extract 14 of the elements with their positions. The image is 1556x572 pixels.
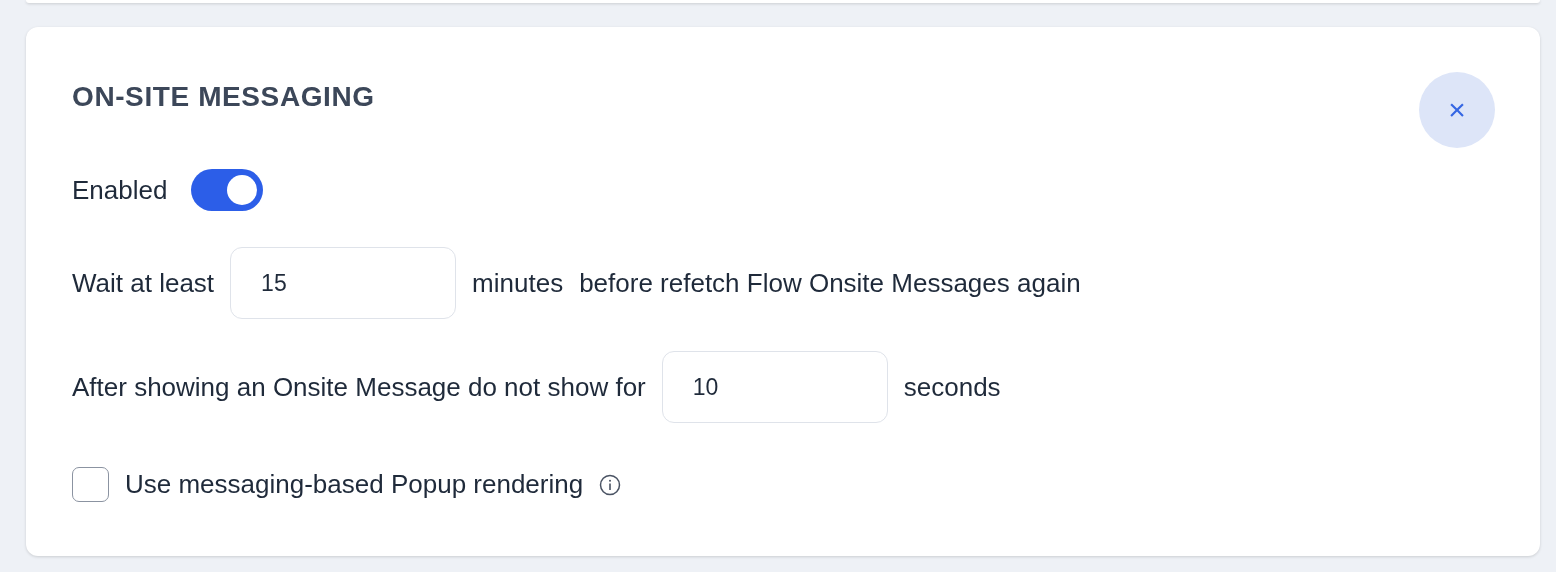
setting-label: After showing an Onsite Message do not show for xyxy=(72,370,646,404)
number-field[interactable]: 15 xyxy=(230,247,457,319)
enabled-toggle[interactable] xyxy=(191,169,264,211)
unit-label: minutes xyxy=(472,266,564,300)
setting-description: before refetch Flow Onsite Messages again xyxy=(579,266,1081,300)
setting-label: Wait at least xyxy=(72,266,215,300)
popup-rendering-label: Use messaging-based Popup rendering xyxy=(125,468,584,501)
close-button[interactable]: × xyxy=(1419,72,1495,148)
popup-rendering-checkbox[interactable] xyxy=(72,467,109,502)
number-field[interactable]: 10 xyxy=(661,351,888,423)
info-icon xyxy=(599,473,622,496)
enabled-label: Enabled xyxy=(72,173,168,207)
unit-label: seconds xyxy=(903,370,1001,404)
section-title: ON-SITE MESSAGING xyxy=(72,81,375,113)
